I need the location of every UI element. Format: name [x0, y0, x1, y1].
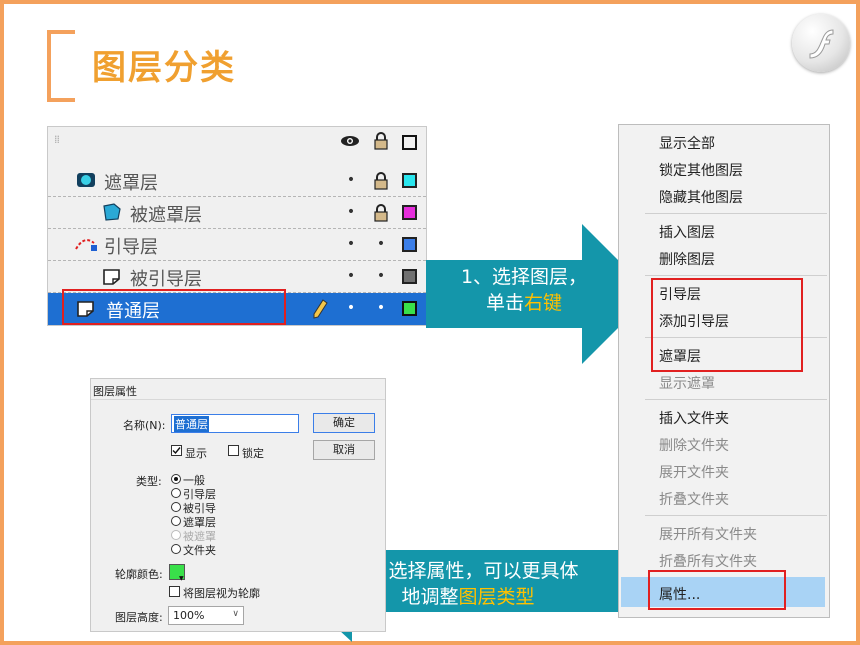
- show-checkbox[interactable]: [171, 445, 182, 456]
- outline-icon[interactable]: [402, 135, 417, 150]
- menu-hide-others[interactable]: 隐藏其他图层: [659, 187, 743, 207]
- view-outline-checkbox[interactable]: [169, 586, 180, 597]
- layer-row-masked[interactable]: 被遮罩层 •: [48, 197, 426, 229]
- guided-layer-icon: [102, 268, 122, 290]
- menu-delete-folder[interactable]: 删除文件夹: [659, 435, 729, 455]
- lock-icon[interactable]: [372, 204, 390, 222]
- menu-insert-folder[interactable]: 插入文件夹: [659, 408, 729, 428]
- type-option-folder: 文件夹: [183, 544, 216, 557]
- guide-layer-icon: [74, 235, 100, 257]
- type-radio-guide[interactable]: [171, 488, 181, 498]
- lock-label: 锁定: [242, 447, 264, 460]
- lock-icon[interactable]: [372, 132, 390, 150]
- outline-color-label: 轮廓颜色:: [115, 568, 163, 581]
- layer-row-guide[interactable]: 引导层 • •: [48, 229, 426, 261]
- chevron-down-icon: ∨: [232, 609, 239, 619]
- type-radio-normal[interactable]: [171, 474, 181, 484]
- layer-visible-dot[interactable]: •: [342, 300, 360, 318]
- slide-border-right: [856, 0, 860, 645]
- layer-name: 引导层: [104, 237, 158, 258]
- step1-line2: 单击右键: [485, 292, 563, 314]
- slide-border-left: [0, 0, 4, 645]
- slide-border-top: [0, 0, 860, 4]
- pencil-icon: [312, 299, 328, 323]
- dialog-title-divider: [91, 399, 385, 400]
- name-field[interactable]: 普通层: [171, 414, 299, 433]
- step1-line1: 1、选择图层，: [460, 266, 588, 288]
- annotation-box-normal-layer: [62, 289, 286, 325]
- layer-properties-dialog: 图层属性 名称(N): 普通层 确定 取消 显示 锁定 类型: 一般 引导层 被…: [90, 378, 386, 632]
- menu-collapse-all[interactable]: 折叠所有文件夹: [659, 551, 757, 571]
- type-radio-folder[interactable]: [171, 544, 181, 554]
- type-radio-mask[interactable]: [171, 516, 181, 526]
- layer-lock-dot[interactable]: •: [372, 268, 390, 286]
- annotation-box-properties: [648, 570, 786, 610]
- masked-layer-icon: [102, 203, 122, 225]
- annotation-box-layer-types: [651, 278, 803, 372]
- outline-color-swatch[interactable]: [402, 237, 417, 252]
- flash-logo-icon: [792, 14, 850, 72]
- drag-grip-icon[interactable]: ⁞⁞: [54, 133, 60, 146]
- layer-visible-dot[interactable]: •: [342, 268, 360, 286]
- menu-collapse-folder[interactable]: 折叠文件夹: [659, 489, 729, 509]
- type-radio-guided[interactable]: [171, 502, 181, 512]
- menu-insert-layer[interactable]: 插入图层: [659, 222, 715, 242]
- height-select[interactable]: 100% ∨: [168, 606, 244, 625]
- dialog-title: 图层属性: [93, 385, 137, 398]
- height-label: 图层高度:: [115, 611, 163, 624]
- menu-expand-folder[interactable]: 展开文件夹: [659, 462, 729, 482]
- outline-color-swatch[interactable]: [402, 269, 417, 284]
- name-label: 名称(N):: [123, 419, 166, 432]
- step1-text: 1、选择图层， 单击右键: [426, 264, 622, 316]
- menu-show-all[interactable]: 显示全部: [659, 133, 715, 153]
- menu-show-mask[interactable]: 显示遮罩: [659, 373, 715, 393]
- lock-checkbox[interactable]: [228, 445, 239, 456]
- outline-color-swatch[interactable]: [402, 301, 417, 316]
- menu-lock-others[interactable]: 锁定其他图层: [659, 160, 743, 180]
- ok-button[interactable]: 确定: [313, 413, 375, 433]
- timeline-header: ⁞⁞: [48, 127, 426, 159]
- layer-visible-dot[interactable]: •: [342, 172, 360, 190]
- menu-separator: [645, 399, 827, 400]
- eye-icon[interactable]: [340, 133, 359, 151]
- slide-title: 图层分类: [92, 48, 236, 88]
- layer-visible-dot[interactable]: •: [342, 204, 360, 222]
- outline-color-swatch[interactable]: [402, 173, 417, 188]
- menu-separator: [645, 275, 827, 276]
- show-label: 显示: [185, 447, 207, 460]
- type-radio-masked[interactable]: [171, 530, 181, 540]
- layer-visible-dot[interactable]: •: [342, 236, 360, 254]
- layer-name: 被引导层: [130, 269, 202, 290]
- view-outline-label: 将图层视为轮廓: [183, 587, 260, 600]
- mask-layer-icon: [76, 172, 96, 192]
- layer-name: 被遮罩层: [130, 205, 202, 226]
- outline-color-swatch[interactable]: [402, 205, 417, 220]
- layer-row-mask[interactable]: 遮罩层 •: [48, 165, 426, 197]
- menu-separator: [645, 213, 827, 214]
- menu-delete-layer[interactable]: 删除图层: [659, 249, 715, 269]
- lock-icon[interactable]: [372, 172, 390, 190]
- cancel-button[interactable]: 取消: [313, 440, 375, 460]
- type-label: 类型:: [136, 475, 162, 488]
- layer-lock-dot[interactable]: •: [372, 236, 390, 254]
- layer-name: 遮罩层: [104, 173, 158, 194]
- menu-separator: [645, 515, 827, 516]
- layer-lock-dot[interactable]: •: [372, 300, 390, 318]
- menu-expand-all[interactable]: 展开所有文件夹: [659, 524, 757, 544]
- title-bracket: [47, 30, 75, 102]
- chevron-down-icon: ▼: [179, 575, 184, 582]
